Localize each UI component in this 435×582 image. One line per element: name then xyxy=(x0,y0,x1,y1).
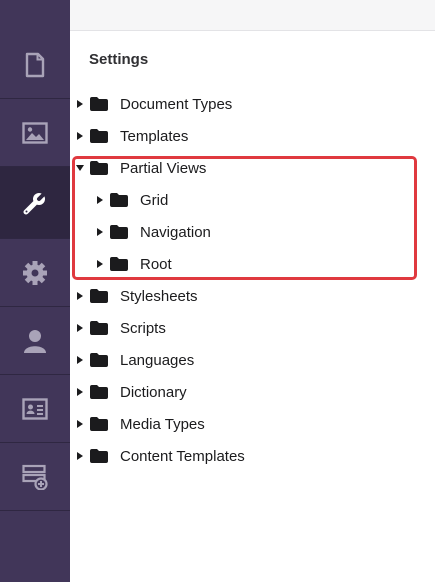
folder-icon xyxy=(90,97,108,111)
sidebar-item-forms[interactable] xyxy=(0,443,70,511)
caret-right-icon[interactable] xyxy=(74,418,86,430)
folder-icon xyxy=(110,257,128,271)
tree-item-media-types[interactable]: Media Types xyxy=(74,408,205,440)
add-form-icon xyxy=(22,464,48,490)
tree-item-dictionary[interactable]: Dictionary xyxy=(74,376,187,408)
caret-right-icon[interactable] xyxy=(74,98,86,110)
caret-right-icon[interactable] xyxy=(94,226,106,238)
sidebar-item-media[interactable] xyxy=(0,99,70,167)
header-bar xyxy=(70,0,435,31)
tree-item-root[interactable]: Root xyxy=(94,248,172,280)
tree-item-label: Grid xyxy=(140,191,169,209)
caret-right-icon[interactable] xyxy=(74,354,86,366)
document-icon xyxy=(25,52,45,77)
tree-item-scripts[interactable]: Scripts xyxy=(74,312,166,344)
sidebar-item-settings[interactable] xyxy=(0,167,70,239)
tree-item-grid[interactable]: Grid xyxy=(94,184,168,216)
caret-right-icon[interactable] xyxy=(74,322,86,334)
tree-item-stylesheets[interactable]: Stylesheets xyxy=(74,280,198,312)
sidebar-item-packages[interactable] xyxy=(0,239,70,307)
tree-item-languages[interactable]: Languages xyxy=(74,344,194,376)
caret-right-icon[interactable] xyxy=(74,450,86,462)
tree-item-label: Media Types xyxy=(120,415,205,433)
gear-icon xyxy=(23,260,47,285)
folder-icon xyxy=(110,225,128,239)
tree-item-label: Templates xyxy=(120,127,189,145)
folder-icon xyxy=(90,289,108,303)
tree-item-label: Stylesheets xyxy=(120,287,198,305)
tree-item-templates[interactable]: Templates xyxy=(74,120,188,152)
caret-right-icon[interactable] xyxy=(94,194,106,206)
tree-item-label: Root xyxy=(140,255,172,273)
tree-item-label: Document Types xyxy=(120,95,233,113)
section-title: Settings xyxy=(89,51,149,68)
sidebar-item-users[interactable] xyxy=(0,307,70,375)
id-card-icon xyxy=(22,397,48,420)
tree-item-content-templates[interactable]: Content Templates xyxy=(74,440,245,472)
sidebar-item-content[interactable] xyxy=(0,31,70,99)
caret-right-icon[interactable] xyxy=(74,130,86,142)
tree-item-label: Partial Views xyxy=(120,159,207,177)
section-sidebar xyxy=(0,0,70,582)
tree-item-label: Navigation xyxy=(140,223,211,241)
folder-icon xyxy=(90,449,108,463)
folder-icon xyxy=(110,193,128,207)
caret-down-icon[interactable] xyxy=(74,162,86,174)
folder-icon xyxy=(90,129,108,143)
folder-icon xyxy=(90,321,108,335)
folder-icon xyxy=(90,417,108,431)
tree-item-document-types[interactable]: Document Types xyxy=(74,88,232,120)
caret-right-icon[interactable] xyxy=(74,386,86,398)
folder-icon xyxy=(90,161,108,175)
caret-right-icon[interactable] xyxy=(74,290,86,302)
sidebar-item-members[interactable] xyxy=(0,375,70,443)
tree-item-label: Content Templates xyxy=(120,447,245,465)
wrench-icon xyxy=(23,189,48,214)
caret-right-icon[interactable] xyxy=(94,258,106,270)
tree-item-navigation[interactable]: Navigation xyxy=(94,216,211,248)
folder-icon xyxy=(90,385,108,399)
tree-item-partial-views[interactable]: Partial Views xyxy=(74,152,206,184)
tree-item-label: Scripts xyxy=(120,319,166,337)
tree-item-label: Languages xyxy=(120,351,195,369)
folder-icon xyxy=(90,353,108,367)
tree-item-label: Dictionary xyxy=(120,383,187,401)
user-icon xyxy=(24,329,46,353)
image-icon xyxy=(22,121,48,144)
tree-panel: Settings Document Types Templates Partia… xyxy=(70,31,435,582)
